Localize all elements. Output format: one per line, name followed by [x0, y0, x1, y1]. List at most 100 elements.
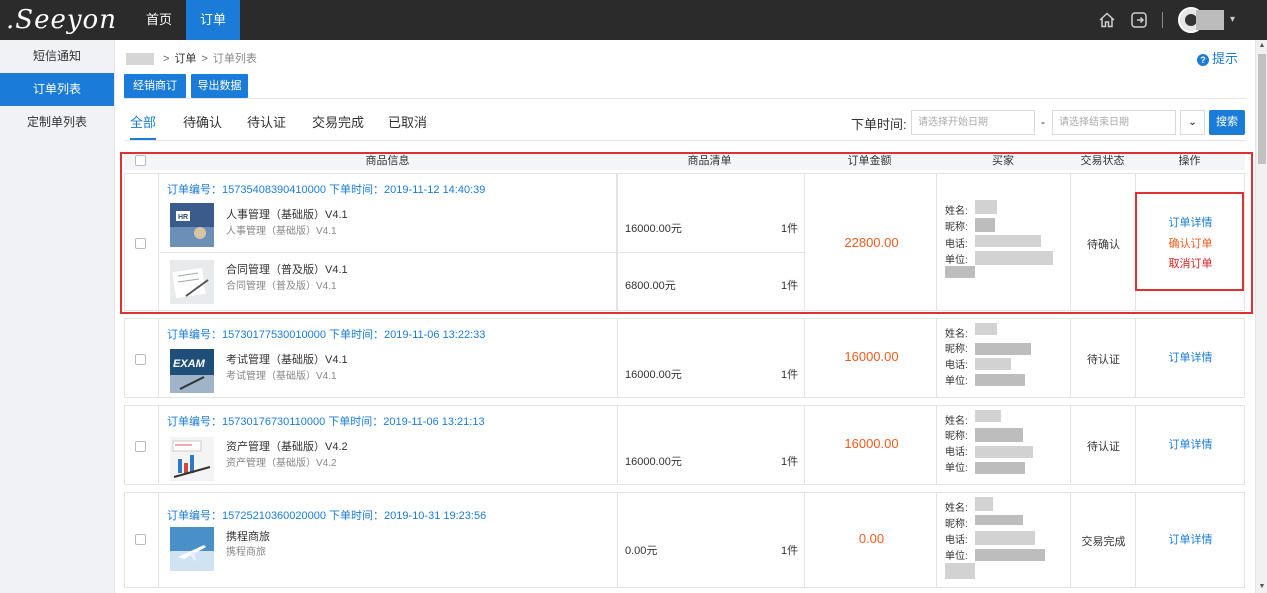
buyer-phone-label: 电话:: [945, 447, 968, 458]
order-checkbox[interactable]: [135, 238, 146, 249]
divider: [124, 140, 1246, 141]
dealer-order-button[interactable]: 经销商订单: [124, 74, 186, 116]
buyer-company-label: 单位:: [945, 376, 968, 387]
logout-icon[interactable]: [1129, 10, 1149, 30]
order-number[interactable]: 订单编号：15725210360020000 下单时间：2019-10-31 1…: [167, 507, 486, 523]
buyer-name-label: 姓名:: [945, 416, 968, 427]
order-amount-cell: 16000.00: [804, 406, 937, 484]
product-name[interactable]: 考试管理（基础版）V4.1: [226, 351, 348, 367]
order-checkbox-cell: [125, 174, 159, 310]
redacted-value: [975, 323, 997, 335]
operations-cell: 订单详情 确认订单 取消订单: [1136, 174, 1245, 310]
product-spec: 携程商旅: [226, 547, 266, 558]
tab-pending-confirm[interactable]: 待确认: [183, 112, 222, 140]
airplane-image-icon: [170, 527, 214, 571]
top-bar: .Seeyon 首页 订单 ▾: [0, 0, 1267, 40]
order-detail-link[interactable]: 订单详情: [1136, 214, 1245, 230]
buyer-phone-label: 电话:: [945, 239, 968, 250]
order-checkbox[interactable]: [135, 534, 146, 545]
product-quantity: 1件: [781, 369, 799, 381]
column-header: 商品信息: [365, 155, 410, 167]
column-header: 商品清单: [687, 155, 732, 167]
hr-image-icon: HR: [170, 203, 214, 247]
search-button[interactable]: 搜索: [1209, 110, 1245, 135]
order-number[interactable]: 订单编号：15730176730110000 下单时间：2019-11-06 1…: [167, 413, 485, 429]
sidebar-item-order-list[interactable]: 订单列表: [0, 73, 114, 106]
redacted-value: [975, 358, 1011, 370]
username-redacted: [1196, 10, 1224, 30]
order-detail-link[interactable]: 订单详情: [1136, 436, 1245, 452]
product-quantity: 1件: [781, 280, 799, 292]
tab-pending-verify[interactable]: 待认证: [247, 112, 286, 140]
order-checkbox[interactable]: [135, 441, 146, 452]
product-name[interactable]: 资产管理（基础版）V4.2: [226, 438, 348, 454]
confirm-order-link[interactable]: 确认订单: [1136, 235, 1245, 251]
cancel-order-link[interactable]: 取消订单: [1136, 255, 1245, 271]
order-amount: 22800.00: [844, 235, 899, 250]
home-icon[interactable]: [1097, 10, 1117, 30]
tab-completed[interactable]: 交易完成: [312, 112, 364, 140]
order-amount: 16000.00: [844, 349, 899, 364]
order-time-label: 下单时间:: [851, 117, 907, 132]
order-checkbox[interactable]: [135, 354, 146, 365]
order-amount-cell: 16000.00: [804, 319, 937, 397]
product-thumbnail-contract[interactable]: [170, 260, 214, 304]
export-data-button[interactable]: 导出数据: [191, 74, 248, 98]
order-card: 订单编号：15725210360020000 下单时间：2019-10-31 1…: [124, 492, 1245, 588]
order-status: 待认证: [1087, 354, 1120, 366]
buyer-company-label: 单位:: [945, 551, 968, 562]
order-checkbox-cell: [125, 406, 159, 484]
breadcrumb-root-redacted[interactable]: [126, 53, 154, 66]
product-spec: 资产管理（基础版）V4.2: [226, 458, 337, 469]
seeyon-logo[interactable]: .Seeyon: [6, 3, 116, 37]
end-date-input[interactable]: 请选择结束日期: [1052, 110, 1176, 135]
table-header: 商品信息 商品清单 订单金额 买家 交易状态 操作: [124, 152, 1245, 170]
product-thumbnail-asset[interactable]: [170, 437, 214, 481]
product-row: HR 人事管理（基础版）V4.1 人事管理（基础版）V4.1 16000.00元…: [160, 201, 804, 253]
buyer-phone-label: 电话:: [945, 360, 968, 371]
tip-link[interactable]: ? 提示: [1196, 48, 1238, 67]
scroll-down-icon[interactable]: ▼: [1256, 581, 1267, 593]
order-amount-cell: 0.00: [804, 493, 937, 587]
date-range-dash: -: [1041, 115, 1045, 129]
order-checkbox-cell: [125, 493, 159, 587]
order-status: 待认证: [1087, 441, 1120, 453]
order-card: 订单编号：15730176730110000 下单时间：2019-11-06 1…: [124, 405, 1245, 485]
question-icon: ?: [1196, 54, 1209, 66]
redacted-value: [975, 343, 1031, 355]
product-name[interactable]: 合同管理（普及版）V4.1: [226, 261, 348, 277]
cell-divider: [617, 493, 618, 587]
tab-cancelled[interactable]: 已取消: [388, 112, 427, 140]
vertical-scrollbar[interactable]: ▲ ▼: [1255, 40, 1267, 593]
sidebar: 短信通知 订单列表 定制单列表: [0, 40, 115, 593]
product-thumbnail-hr[interactable]: HR: [170, 203, 214, 247]
product-name[interactable]: 携程商旅: [226, 528, 270, 544]
buyer-cell: 姓名: 昵称: 电话: 单位:: [937, 319, 1071, 397]
column-header: 操作: [1178, 155, 1201, 167]
order-detail-link[interactable]: 订单详情: [1136, 349, 1245, 365]
select-all-checkbox[interactable]: [135, 155, 146, 166]
start-date-input[interactable]: 请选择开始日期: [911, 110, 1035, 135]
product-price: 16000.00元: [625, 369, 682, 381]
product-spec: 人事管理（基础版）V4.1: [226, 226, 337, 237]
redacted-value: [975, 497, 993, 511]
sidebar-item-custom-order-list[interactable]: 定制单列表: [0, 106, 114, 139]
breadcrumb-orders[interactable]: 订单: [174, 53, 196, 65]
order-number[interactable]: 订单编号：15735408390410000 下单时间：2019-11-12 1…: [167, 181, 485, 197]
nav-home[interactable]: 首页: [140, 0, 178, 40]
sidebar-item-sms[interactable]: 短信通知: [0, 40, 114, 73]
main-content: > 订单 > 订单列表 ? 提示 经销商订单 导出数据 全部 待确认 待认证 交易完成 …: [116, 40, 1255, 593]
tab-all[interactable]: 全部: [130, 112, 157, 140]
chevron-down-icon[interactable]: ▾: [1230, 14, 1235, 25]
product-name[interactable]: 人事管理（基础版）V4.1: [226, 206, 348, 222]
order-number[interactable]: 订单编号：15730177530010000 下单时间：2019-11-06 1…: [167, 326, 485, 342]
scroll-thumb[interactable]: [1258, 54, 1266, 164]
order-card: 订单编号：15730177530010000 下单时间：2019-11-06 1…: [124, 318, 1245, 398]
chevron-down-icon[interactable]: ⌄: [1180, 110, 1205, 135]
product-thumbnail-exam[interactable]: EXAM: [170, 349, 214, 393]
scroll-up-icon[interactable]: ▲: [1256, 40, 1267, 52]
nav-order[interactable]: 订单: [186, 0, 240, 40]
svg-text:EXAM: EXAM: [173, 358, 206, 370]
order-detail-link[interactable]: 订单详情: [1136, 531, 1245, 547]
product-thumbnail-ctrip[interactable]: [170, 527, 214, 571]
